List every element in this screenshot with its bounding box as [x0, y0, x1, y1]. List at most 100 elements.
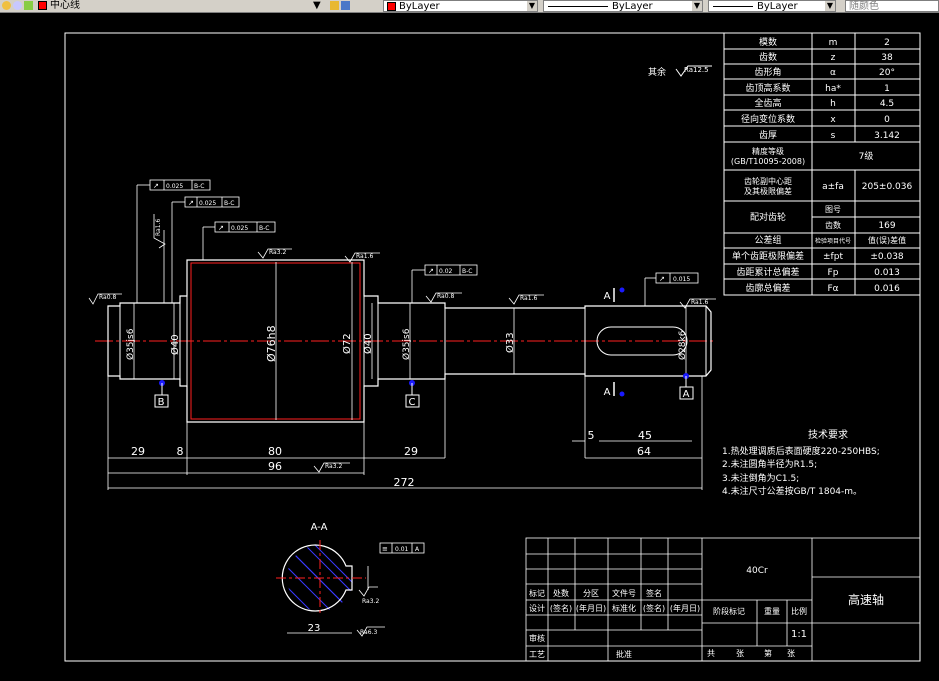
gear-param-name: 径向变位系数	[741, 113, 795, 125]
roughness-gear-face: Ra1.6	[356, 253, 373, 260]
row-sheji: 设计	[529, 603, 545, 613]
gear-param-value: 0	[884, 115, 890, 125]
layer-previous-icon[interactable]	[341, 0, 350, 10]
mating-drawing-no-label: 图号	[825, 205, 841, 214]
roughness-keyway-bottom: Ra6.3	[360, 629, 377, 636]
header-biaoji: 标记	[529, 588, 545, 598]
gear-param-value: 3.142	[874, 131, 900, 141]
layer-state-icons[interactable]: 中心线	[2, 0, 102, 12]
tech-req-item-3: 3.未注倒角为C1.5;	[722, 472, 799, 484]
roughness-gear-top: Ra3.2	[269, 249, 286, 256]
layer-tools[interactable]	[330, 0, 370, 12]
tech-req-item-2: 2.未注圆角半径为R1.5;	[722, 458, 817, 470]
chevron-down-icon[interactable]: ▼	[527, 1, 537, 11]
dim-5: 5	[588, 429, 595, 442]
technical-requirements: 技术要求 1.热处理调质后表面硬度220-250HBS; 2.未注圆角半径为R1…	[722, 428, 880, 497]
row-shenhe: 审核	[529, 633, 545, 643]
color-combo[interactable]: ByLayer ▼	[383, 0, 538, 12]
layer-dropdown-arrow[interactable]: ▼	[313, 0, 323, 12]
plotstyle-combo-value: 随颜色	[849, 1, 879, 12]
dim-272: 272	[394, 476, 415, 489]
tol-4-ref: B-C	[462, 268, 472, 275]
roughness-values: Ra0.8 Ra1.6 Ra3.2 Ra1.6 Ra0.8 Ra1.6 Ra1.…	[99, 219, 708, 636]
center-dist-label-2: 及其极限偏差	[744, 186, 792, 196]
sheet-total-prefix: 共	[707, 649, 715, 658]
dim-96: 96	[268, 460, 282, 473]
general-roughness-prefix: 其余	[648, 66, 666, 78]
datum-b-label: B	[158, 397, 165, 408]
dim-phi35-left: Ø35js6	[125, 328, 136, 360]
tech-req-item-1: 1.热处理调质后表面硬度220-250HBS;	[722, 445, 880, 457]
properties-toolbar: 中心线 ▼ ByLayer ▼ ByLayer ▼ ByLayer ▼ 随颜色	[0, 0, 939, 13]
chevron-down-icon[interactable]: ▼	[825, 1, 835, 11]
precision-value: 7级	[859, 150, 874, 162]
gear-param-symbol: h	[830, 99, 836, 109]
plotstyle-combo[interactable]: 随颜色	[845, 0, 939, 12]
tolerance-group-value: 值(误)差值	[868, 235, 906, 245]
dim-phi72: Ø72	[341, 333, 353, 354]
section-label-bottom: A	[604, 387, 611, 398]
dim-23: 23	[308, 623, 321, 634]
check-item-symbol: ±fpt	[823, 252, 843, 262]
lineweight-preview	[713, 5, 753, 7]
datum-c-label: C	[409, 397, 416, 408]
linetype-combo[interactable]: ByLayer ▼	[543, 0, 703, 12]
tol-1-ref: B-C	[194, 183, 204, 190]
row-sheji-date: (年月日)	[576, 603, 606, 613]
sheet-total-suffix: 张	[736, 649, 744, 658]
linetype-combo-value: ByLayer	[612, 1, 653, 12]
circular-runout-icon: ↗	[659, 275, 665, 283]
color-combo-value: ByLayer	[399, 1, 440, 12]
chevron-down-icon[interactable]: ▼	[692, 1, 702, 11]
lightbulb-icon[interactable]	[2, 0, 11, 10]
gear-param-name: 齿数	[759, 51, 777, 63]
tol-1-value: 0.025	[166, 183, 183, 190]
dim-phi40-left: Ø40	[169, 334, 181, 355]
check-item-value: ±0.038	[870, 252, 904, 262]
general-roughness: 其余 Ra12.5	[648, 65, 712, 78]
tol-3-ref: B-C	[259, 225, 269, 232]
scale-value: 1:1	[791, 629, 807, 640]
gear-param-name: 齿顶高系数	[745, 82, 790, 94]
check-item-name: 单个齿距极限偏差	[732, 250, 804, 262]
check-item-name: 齿距累计总偏差	[736, 266, 799, 278]
center-dist-value: 205±0.036	[862, 182, 913, 192]
center-dist-symbol: a±fa	[822, 182, 844, 192]
row-gongyi: 工艺	[529, 650, 545, 659]
mating-gear-label: 配对齿轮	[750, 211, 786, 223]
circular-runout-icon: ↗	[218, 224, 224, 232]
gear-param-value: 20°	[879, 68, 895, 78]
header-qianming: 签名	[646, 588, 662, 598]
dim-phi28: Ø28k6	[677, 330, 688, 360]
drawing-canvas[interactable]: 模数 m 2 齿数 z 38 齿形角 α 20° 齿顶高系数 ha* 1 全齿高 h 4.5 径向变位系数 x 0…	[0, 13, 939, 677]
circular-runout-icon: ↗	[188, 199, 194, 207]
part-name: 高速轴	[848, 592, 884, 607]
dim-29-right: 29	[404, 445, 418, 458]
tol-3-value: 0.025	[231, 225, 248, 232]
roughness-mid-section: Ra1.6	[520, 295, 537, 302]
header-fenqu: 分区	[583, 589, 599, 598]
check-item-symbol: Fα	[827, 284, 838, 294]
gear-param-symbol: s	[831, 131, 836, 141]
tolerance-frames	[149, 179, 699, 554]
dim-phi40-right: Ø40	[362, 333, 374, 354]
roughness-shaft-end: Ra1.6	[691, 299, 708, 306]
dimension-labels: 29 8 80 29 96 272 5 45 64	[131, 429, 652, 489]
sun-icon[interactable]	[13, 0, 22, 10]
dim-phi33: Ø33	[504, 332, 516, 353]
roughness-right-journal: Ra0.8	[437, 293, 454, 300]
layer-name: 中心线	[50, 0, 80, 11]
symmetry-icon: ≡	[382, 545, 388, 553]
tech-req-item-4: 4.未注尺寸公差按GB/T 1804-m。	[722, 485, 862, 497]
mating-teeth-label: 齿数	[825, 220, 841, 230]
lineweight-combo[interactable]: ByLayer ▼	[708, 0, 836, 12]
tol-6-ref: A	[415, 546, 420, 553]
lock-icon[interactable]	[24, 0, 33, 10]
make-current-icon[interactable]	[330, 0, 339, 10]
section-label-top: A	[604, 291, 611, 302]
check-item-value: 0.016	[874, 284, 900, 294]
title-block-text: 40Cr 高速轴 1:1 标记 处数 分区 文件号 签名 设计 (签名) (年月…	[529, 566, 884, 659]
tech-req-title: 技术要求	[808, 428, 848, 441]
gear-param-name: 齿厚	[759, 130, 777, 141]
dim-64: 64	[637, 445, 651, 458]
